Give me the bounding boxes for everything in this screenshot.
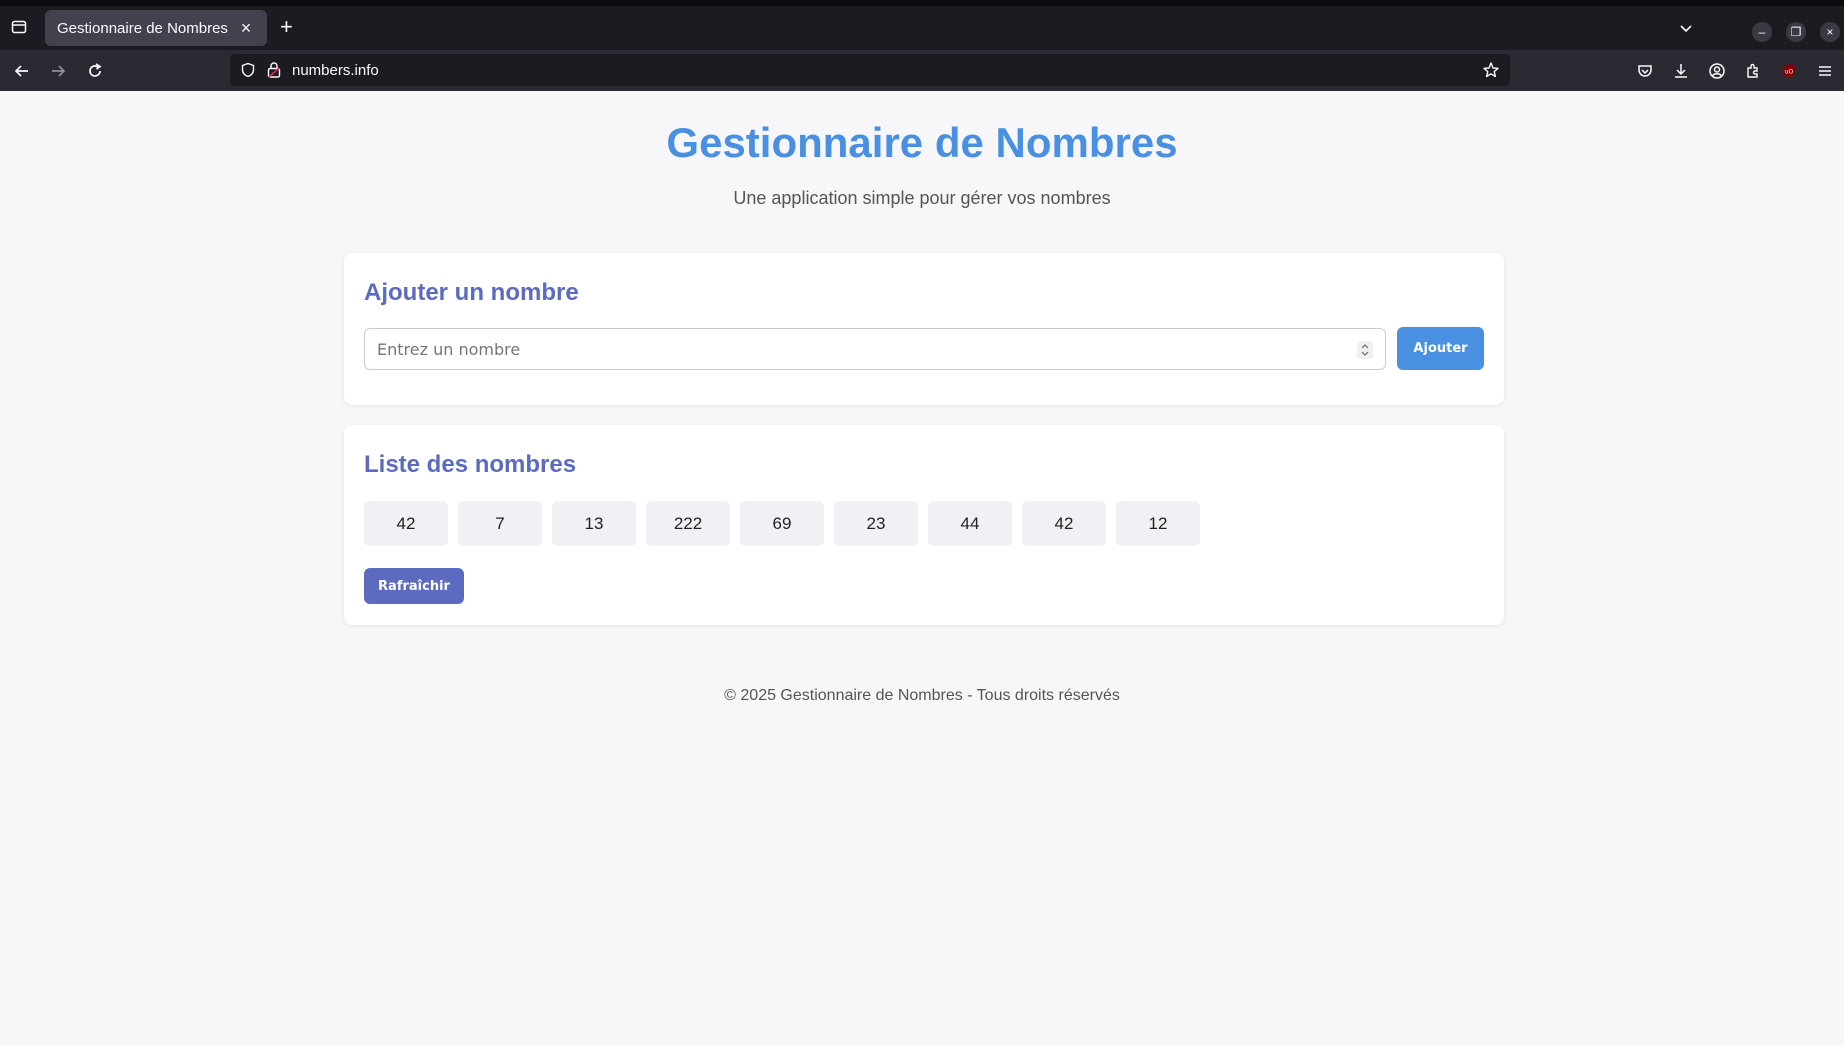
back-arrow-icon[interactable]: [11, 60, 33, 82]
browser-nav-bar: numbers.info uO: [0, 50, 1844, 91]
account-icon[interactable]: [1706, 60, 1728, 82]
restore-icon[interactable]: ❐: [1786, 22, 1806, 42]
address-bar[interactable]: numbers.info: [230, 54, 1510, 86]
page-subtitle: Une application simple pour gérer vos no…: [733, 188, 1111, 208]
bookmark-star-icon[interactable]: [1482, 61, 1500, 84]
refresh-button[interactable]: Rafraîchir: [364, 568, 464, 604]
number-chip: 42: [364, 501, 448, 546]
tab-title: Gestionnaire de Nombres: [57, 19, 228, 37]
number-chip: 222: [646, 501, 730, 546]
page-content: Gestionnaire de Nombres Une application …: [0, 91, 1844, 1046]
close-tab-icon[interactable]: ×: [237, 19, 255, 37]
number-spinner-icon[interactable]: [1357, 341, 1373, 359]
numbers-list-card: Liste des nombres 42 7 13 222 69 23 44 4…: [344, 425, 1504, 625]
download-icon[interactable]: [1670, 60, 1692, 82]
add-number-card: Ajouter un nombre Ajouter: [344, 253, 1504, 405]
add-button[interactable]: Ajouter: [1397, 327, 1484, 370]
number-chip: 44: [928, 501, 1012, 546]
number-chip: 13: [552, 501, 636, 546]
footer-text: © 2025 Gestionnaire de Nombres - Tous dr…: [724, 687, 1120, 704]
number-input[interactable]: [364, 328, 1386, 370]
menu-hamburger-icon[interactable]: [1814, 60, 1836, 82]
page-title: Gestionnaire de Nombres: [666, 119, 1178, 166]
lock-icon[interactable]: [266, 61, 282, 84]
number-chip: 42: [1022, 501, 1106, 546]
forward-arrow-icon[interactable]: [47, 60, 69, 82]
reload-icon[interactable]: [84, 60, 106, 82]
pocket-icon[interactable]: [1634, 60, 1656, 82]
browser-tab-bar: Gestionnaire de Nombres × + – ❐ ×: [0, 0, 1844, 50]
ublock-origin-icon[interactable]: uO: [1778, 60, 1800, 82]
numbers-list: 42 7 13 222 69 23 44 42 12: [364, 501, 1200, 546]
close-window-icon[interactable]: ×: [1820, 22, 1840, 42]
extensions-icon[interactable]: [1742, 60, 1764, 82]
number-chip: 12: [1116, 501, 1200, 546]
number-chip: 23: [834, 501, 918, 546]
number-chip: 7: [458, 501, 542, 546]
minimize-icon[interactable]: –: [1752, 22, 1772, 42]
chevron-down-icon[interactable]: [1678, 20, 1694, 41]
svg-text:uO: uO: [1785, 69, 1794, 76]
number-chip: 69: [740, 501, 824, 546]
tab-overview-icon[interactable]: [10, 18, 28, 36]
numbers-list-title: Liste des nombres: [364, 451, 577, 478]
url-text: numbers.info: [292, 62, 379, 79]
new-tab-icon[interactable]: +: [280, 16, 293, 38]
shield-icon[interactable]: [240, 62, 256, 83]
add-number-title: Ajouter un nombre: [364, 279, 579, 306]
active-tab[interactable]: Gestionnaire de Nombres ×: [45, 10, 267, 46]
